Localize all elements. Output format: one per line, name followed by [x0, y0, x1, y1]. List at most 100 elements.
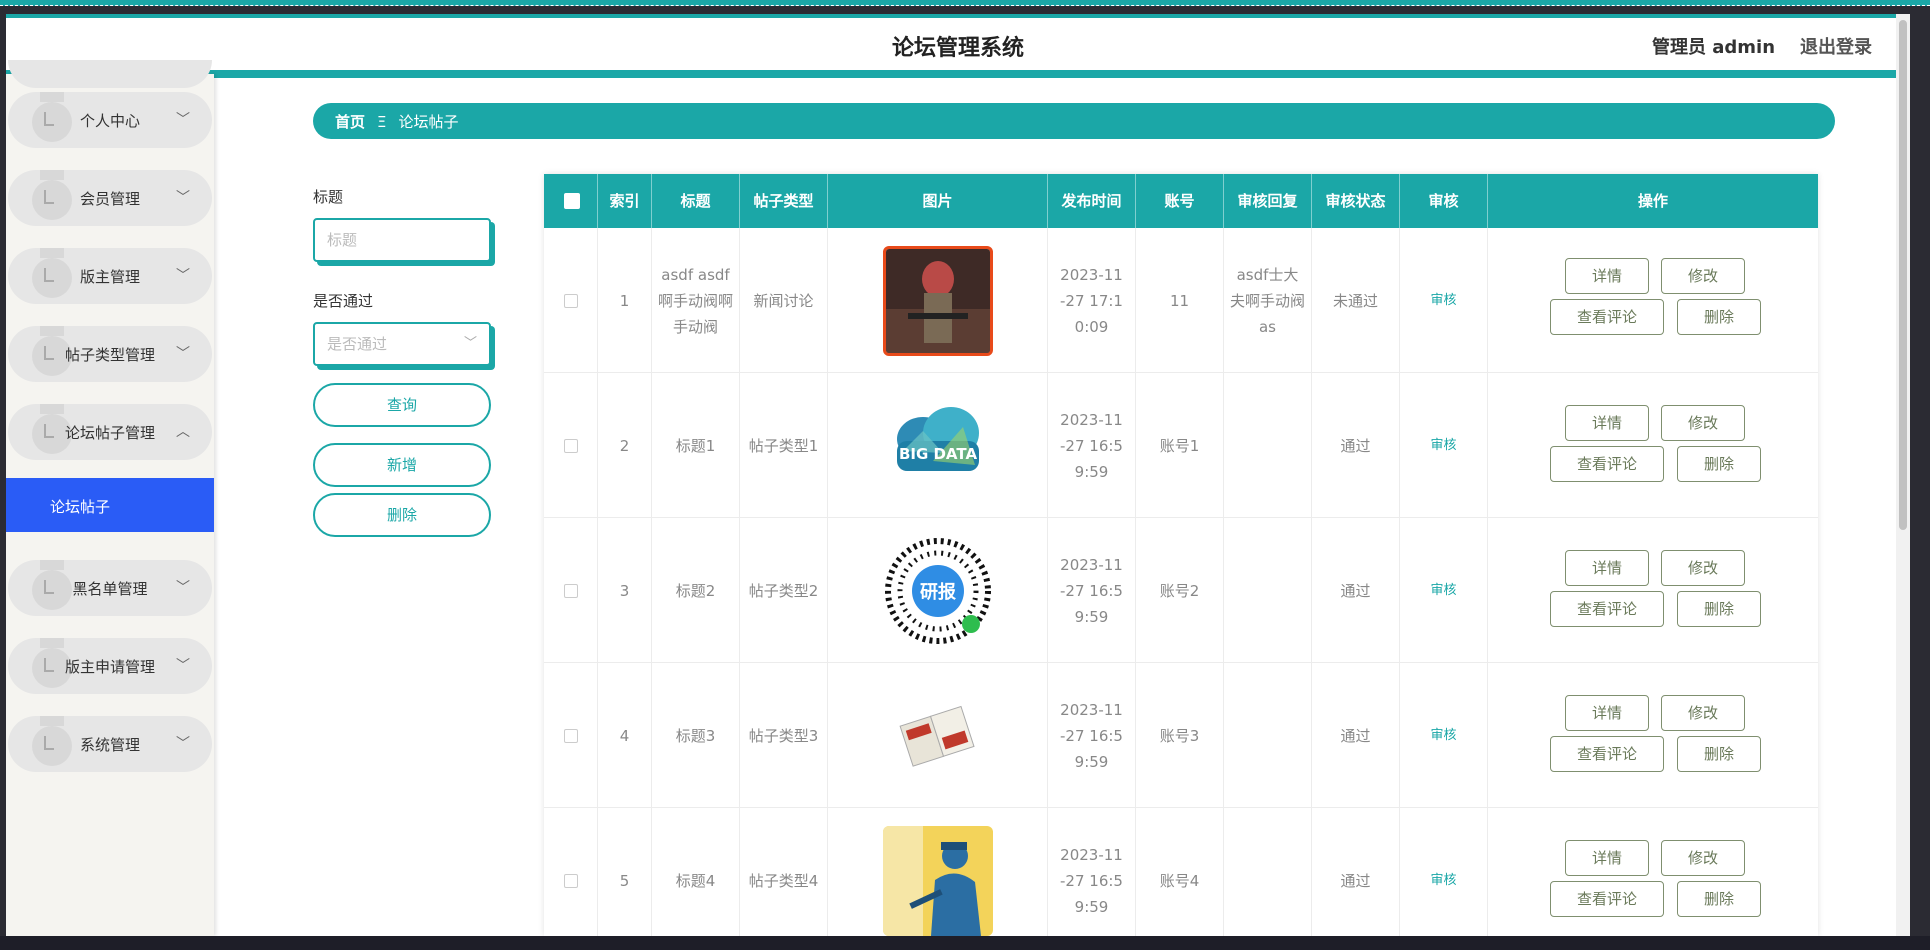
svg-text:BIG DATA: BIG DATA	[898, 445, 977, 463]
account-cell: 账号2	[1136, 518, 1224, 663]
select-all-checkbox[interactable]	[564, 193, 580, 209]
scrollbar-thumb[interactable]	[1899, 20, 1907, 530]
edit-button[interactable]: 修改	[1661, 840, 1745, 876]
header: 论坛管理系统 管理员 admin 退出登录	[6, 14, 1910, 78]
sidebar-subitem-forum-posts[interactable]: 论坛帖子	[6, 478, 214, 532]
svg-text:研报: 研报	[920, 581, 956, 603]
query-button[interactable]: 查询	[313, 383, 491, 427]
audit-link[interactable]: 审核	[1430, 723, 1456, 749]
post-image-brochure[interactable]	[882, 680, 993, 791]
row-select-cell	[544, 518, 598, 663]
column-header: 审核	[1400, 174, 1488, 228]
table-row: 1 asdf asdf啊手动阀啊手动阀 新闻讨论 2023-11-27 17:1…	[544, 228, 1818, 373]
row-select-cell	[544, 808, 598, 936]
breadcrumb: 首页 Ξ 论坛帖子	[313, 103, 1835, 139]
row-select-cell	[544, 663, 598, 808]
sidebar-item-moderator-management[interactable]: 版主管理 ﹀	[8, 248, 212, 304]
title-filter-label: 标题	[313, 188, 344, 206]
pass-filter-label: 是否通过	[313, 292, 374, 310]
image-cell: 研报	[828, 518, 1048, 663]
header-select-all[interactable]	[544, 174, 598, 228]
audit-status-cell: 通过	[1312, 518, 1400, 663]
index-cell: 4	[598, 663, 652, 808]
chevron-down-icon: ﹀	[176, 268, 190, 284]
detail-button[interactable]: 详情	[1565, 258, 1649, 294]
chevron-down-icon: ﹀	[176, 346, 190, 362]
sidebar-item-personal-center[interactable]: 个人中心 ﹀	[8, 92, 212, 148]
sidebar-item-blacklist-management[interactable]: 黑名单管理 ﹀	[8, 560, 212, 616]
publish-time-cell: 2023-11-27 16:59:59	[1048, 808, 1136, 936]
post-image-qr-code[interactable]: 研报	[882, 535, 993, 646]
detail-button[interactable]: 详情	[1565, 550, 1649, 586]
sidebar-item-system-management[interactable]: 系统管理 ﹀	[8, 716, 212, 772]
type-cell: 帖子类型4	[740, 808, 828, 936]
row-checkbox[interactable]	[563, 728, 578, 743]
sidebar-item-member-management[interactable]: 会员管理 ﹀	[8, 170, 212, 226]
breadcrumb-current: 论坛帖子	[398, 113, 459, 131]
title-cell: 标题3	[652, 663, 740, 808]
admin-label: 管理员 admin	[1652, 37, 1776, 58]
column-header: 审核状态	[1312, 174, 1400, 228]
delete-button[interactable]: 删除	[1677, 299, 1761, 335]
post-image-worker[interactable]	[882, 825, 993, 936]
edit-button[interactable]: 修改	[1661, 258, 1745, 294]
view-comments-button[interactable]: 查看评论	[1550, 446, 1664, 482]
add-button[interactable]: 新增	[313, 443, 491, 487]
post-image-soldier[interactable]	[882, 245, 993, 356]
type-cell: 帖子类型3	[740, 663, 828, 808]
detail-button[interactable]: 详情	[1565, 405, 1649, 441]
table-row: 2 标题1 帖子类型1 BIG DATA 2023-11-27 16:59:59…	[544, 373, 1818, 518]
edit-button[interactable]: 修改	[1661, 695, 1745, 731]
view-comments-button[interactable]: 查看评论	[1550, 881, 1664, 917]
bulk-delete-button[interactable]: 删除	[313, 493, 491, 537]
account-cell: 账号1	[1136, 373, 1224, 518]
view-comments-button[interactable]: 查看评论	[1550, 299, 1664, 335]
title-filter-input[interactable]: 标题	[313, 218, 491, 262]
chevron-down-icon: ﹀	[176, 736, 190, 752]
edit-button[interactable]: 修改	[1661, 550, 1745, 586]
audit-link[interactable]: 审核	[1430, 578, 1456, 604]
audit-cell: 审核	[1400, 663, 1488, 808]
delete-button[interactable]: 删除	[1677, 736, 1761, 772]
breadcrumb-home[interactable]: 首页	[335, 113, 365, 131]
publish-time-cell: 2023-11-27 16:59:59	[1048, 373, 1136, 518]
row-checkbox[interactable]	[563, 873, 578, 888]
audit-link[interactable]: 审核	[1430, 868, 1456, 894]
account-cell: 账号3	[1136, 663, 1224, 808]
table-header: 索引 标题 帖子类型 图片 发布时间 账号 审核回复 审核状态 审核 操作	[544, 174, 1818, 228]
vertical-scrollbar[interactable]	[1896, 14, 1910, 936]
type-cell: 帖子类型2	[740, 518, 828, 663]
image-cell	[828, 663, 1048, 808]
audit-reply-cell: asdf士大夫啊手动阀as	[1224, 228, 1312, 373]
top-band	[0, 0, 1930, 6]
logout-button[interactable]: 退出登录	[1800, 33, 1872, 59]
row-checkbox[interactable]	[563, 293, 578, 308]
pass-filter-select[interactable]: 是否通过 ﹀	[313, 322, 491, 366]
detail-button[interactable]: 详情	[1565, 840, 1649, 876]
post-image-big-data[interactable]: BIG DATA	[882, 390, 993, 501]
sidebar-item-partial	[8, 60, 212, 88]
column-header: 发布时间	[1048, 174, 1136, 228]
view-comments-button[interactable]: 查看评论	[1550, 591, 1664, 627]
view-comments-button[interactable]: 查看评论	[1550, 736, 1664, 772]
delete-button[interactable]: 删除	[1677, 446, 1761, 482]
sidebar-item-moderator-application[interactable]: 版主申请管理 ﹀	[8, 638, 212, 694]
sidebar-item-post-type-management[interactable]: 帖子类型管理 ﹀	[8, 326, 212, 382]
row-checkbox[interactable]	[563, 583, 578, 598]
audit-link[interactable]: 审核	[1430, 433, 1456, 459]
delete-button[interactable]: 删除	[1677, 591, 1761, 627]
edit-button[interactable]: 修改	[1661, 405, 1745, 441]
audit-status-cell: 未通过	[1312, 228, 1400, 373]
audit-link[interactable]: 审核	[1430, 288, 1456, 314]
title-cell: 标题4	[652, 808, 740, 936]
sidebar-item-forum-post-management[interactable]: 论坛帖子管理 ︿	[8, 404, 212, 460]
delete-button[interactable]: 删除	[1677, 881, 1761, 917]
column-header: 索引	[598, 174, 652, 228]
detail-button[interactable]: 详情	[1565, 695, 1649, 731]
audit-reply-cell	[1224, 518, 1312, 663]
row-checkbox[interactable]	[563, 438, 578, 453]
worker-illustration-icon	[882, 825, 993, 936]
big-data-cloud-icon: BIG DATA	[882, 390, 993, 501]
account-cell: 账号4	[1136, 808, 1224, 936]
index-cell: 5	[598, 808, 652, 936]
